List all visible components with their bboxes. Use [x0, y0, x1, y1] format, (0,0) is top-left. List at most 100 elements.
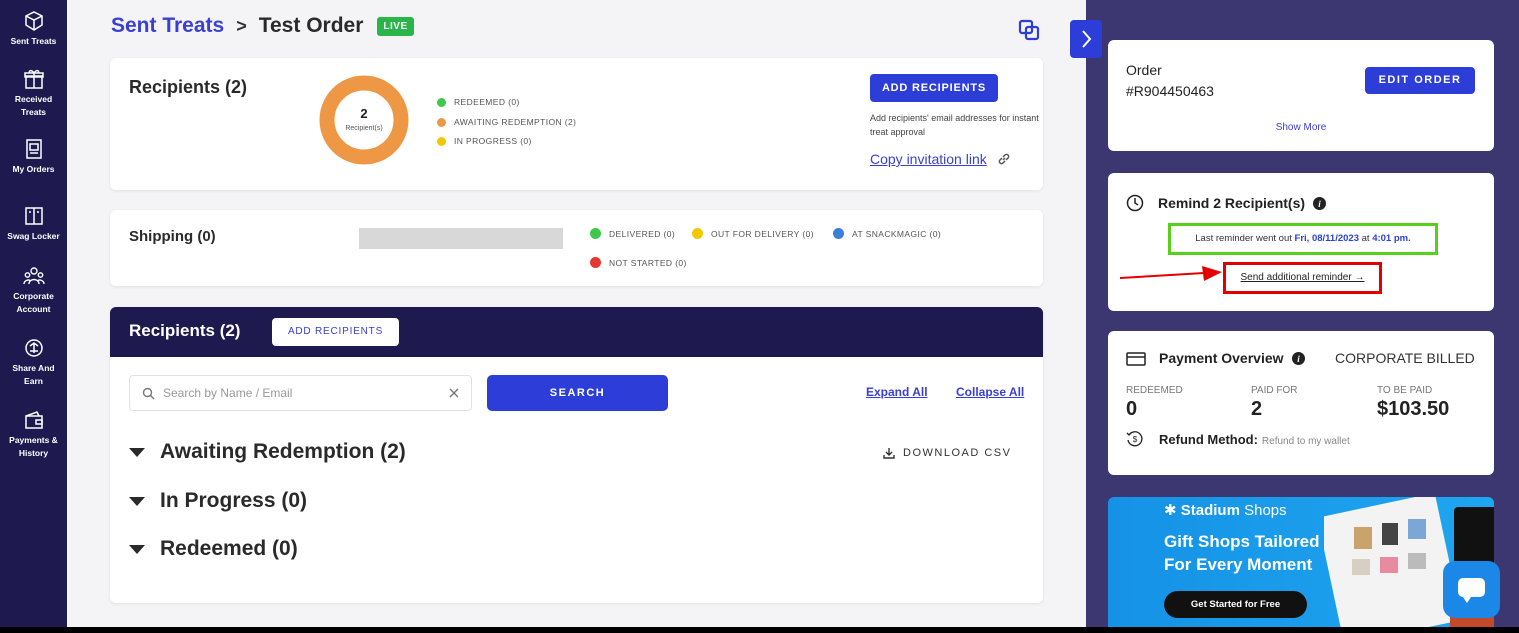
search-field [129, 375, 472, 411]
billing-type: CORPORATE BILLED [1335, 350, 1475, 366]
last-reminder-at: at [1361, 233, 1370, 244]
sidebar-item-label: Earn [24, 376, 43, 386]
caret-down-icon [129, 544, 145, 554]
sidebar-item-sent-treats[interactable]: Sent Treats [0, 10, 67, 48]
refund-method-label: Refund Method: [1159, 432, 1258, 447]
promo-brand-bold: Stadium [1180, 502, 1240, 519]
team-icon [22, 267, 45, 285]
group-redeemed[interactable]: Redeemed (0) [129, 537, 298, 561]
status-badge: LIVE [377, 16, 414, 36]
sidebar-item-corporate-account[interactable]: Corporate Account [0, 265, 67, 316]
donut-caption: Recipient(s) [345, 125, 382, 132]
main-content: Sent Treats > Test Order LIVE Recipients… [67, 0, 1086, 627]
collapse-panel-button[interactable] [1070, 20, 1102, 58]
chevron-right-icon [1082, 30, 1092, 48]
legend-dot [692, 228, 703, 239]
sidebar-item-swag-locker[interactable]: Swag Locker [0, 205, 67, 243]
promo-banner[interactable]: ✱ Stadium Shops Gift Shops Tailored For … [1108, 497, 1494, 627]
add-recipients-note: Add recipients' email addresses for inst… [870, 113, 1039, 137]
sidebar-item-share-and-earn[interactable]: Share And Earn [0, 337, 67, 388]
recipients-list-title: Recipients (2) [129, 321, 241, 340]
legend-label: DELIVERED (0) [609, 228, 676, 239]
breadcrumb-separator: > [236, 15, 247, 36]
info-icon[interactable]: i [1313, 196, 1327, 210]
recipients-summary-card: Recipients (2) 2 Recipient(s) REDEEMED (… [110, 58, 1043, 190]
search-button[interactable]: SEARCH [487, 375, 668, 411]
shipping-title: Shipping (0) [129, 228, 216, 245]
copy-invitation-link[interactable]: Copy invitation link [870, 151, 1011, 167]
refund-method-value: Refund to my wallet [1261, 436, 1350, 447]
add-recipients-button[interactable]: ADD RECIPIENTS [870, 74, 998, 102]
promo-brand-light: Shops [1239, 502, 1287, 519]
shipping-card: Shipping (0) DELIVERED (0) OUT FOR DELIV… [110, 210, 1043, 286]
promo-brand-mark: ✱ [1164, 502, 1181, 519]
sidebar-item-received-treats[interactable]: Received Treats [0, 68, 67, 119]
breadcrumb: Sent Treats > Test Order LIVE [111, 14, 414, 38]
last-reminder-highlight: Last reminder went out Fri, 08/11/2023 a… [1168, 223, 1438, 255]
legend-out-for-delivery: OUT FOR DELIVERY (0) [692, 228, 814, 239]
legend-redeemed: REDEEMED (0) [437, 97, 520, 107]
send-additional-reminder-link[interactable]: Send additional reminder → [1223, 262, 1382, 294]
copy-invitation-link-label: Copy invitation link [870, 151, 987, 167]
expand-all-link[interactable]: Expand All [866, 385, 928, 399]
breadcrumb-link-sent-treats[interactable]: Sent Treats [111, 14, 224, 38]
remind-title: Remind 2 Recipient(s) i [1158, 195, 1327, 211]
recipients-list-card: Recipients (2) ADD RECIPIENTS SEARCH Exp… [110, 307, 1043, 603]
sidebar-item-label: Payments & [9, 435, 58, 445]
sidebar-item-label: History [18, 448, 49, 458]
recipients-list-header: Recipients (2) ADD RECIPIENTS [110, 307, 1043, 357]
show-more-link[interactable]: Show More [1108, 122, 1494, 133]
refund-icon: $ [1126, 431, 1143, 447]
group-label: Awaiting Redemption (2) [160, 440, 406, 463]
payment-overview-title-text: Payment Overview [1159, 350, 1284, 366]
edit-order-button[interactable]: EDIT ORDER [1365, 67, 1475, 94]
order-card: Order #R904450463 EDIT ORDER Show More [1108, 40, 1494, 151]
order-label-text: Order [1126, 62, 1162, 78]
legend-label: OUT FOR DELIVERY (0) [711, 228, 814, 239]
chat-button[interactable] [1443, 561, 1500, 618]
promo-cta-button[interactable]: Get Started for Free [1164, 591, 1307, 618]
sidebar-item-my-orders[interactable]: My Orders [0, 138, 67, 176]
legend-label: AT SNACKMAGIC (0) [852, 228, 942, 239]
recipients-summary-title: Recipients (2) [129, 77, 248, 97]
search-input[interactable] [163, 386, 433, 400]
download-csv-button[interactable]: DOWNLOAD CSV [883, 447, 1011, 459]
promo-headline-line: For Every Moment [1164, 555, 1313, 574]
last-reminder-time: 4:01 pm. [1372, 233, 1411, 244]
annotation-arrow [1119, 266, 1222, 281]
legend-delivered: DELIVERED (0) [590, 228, 675, 239]
legend-label: NOT STARTED (0) [609, 257, 687, 268]
group-label: Redeemed (0) [160, 537, 298, 560]
share-icon [24, 339, 43, 357]
stat-label-redeemed: REDEEMED [1126, 385, 1183, 396]
legend-dot [437, 97, 446, 107]
legend-dot [437, 117, 446, 127]
caret-down-icon [129, 496, 145, 506]
link-icon [998, 153, 1010, 165]
group-awaiting-redemption[interactable]: Awaiting Redemption (2) [129, 440, 406, 464]
clear-icon[interactable] [449, 388, 459, 398]
legend-in-progress: IN PROGRESS (0) [437, 136, 532, 146]
legend-dot [590, 228, 601, 239]
recipients-donut: 2 Recipient(s) [319, 75, 409, 165]
last-reminder-prefix: Last reminder went out [1195, 233, 1292, 244]
donut-count: 2 [360, 106, 367, 121]
promo-headline: Gift Shops Tailored For Every Moment [1164, 530, 1320, 576]
sidebar-item-label: My Orders [12, 164, 55, 174]
add-recipients-secondary-button[interactable]: ADD RECIPIENTS [272, 318, 399, 346]
legend-dot [437, 136, 446, 146]
duplicate-icon[interactable] [1017, 18, 1041, 42]
collapse-all-link[interactable]: Collapse All [956, 385, 1024, 399]
info-icon[interactable]: i [1291, 351, 1305, 365]
promo-brand: ✱ Stadium Shops [1164, 501, 1287, 519]
refund-method: Refund Method: Refund to my wallet [1159, 432, 1350, 447]
legend-label: IN PROGRESS (0) [454, 136, 532, 146]
sidebar-item-payments-history[interactable]: Payments & History [0, 409, 67, 460]
gift-box-icon [24, 11, 43, 31]
sidebar-item-label: Share And [12, 363, 55, 373]
sidebar-item-label: Treats [20, 107, 47, 117]
group-in-progress[interactable]: In Progress (0) [129, 489, 307, 513]
caret-down-icon [129, 447, 145, 457]
promo-headline-line: Gift Shops Tailored [1164, 532, 1320, 551]
order-label: Order #R904450463 [1126, 60, 1214, 102]
